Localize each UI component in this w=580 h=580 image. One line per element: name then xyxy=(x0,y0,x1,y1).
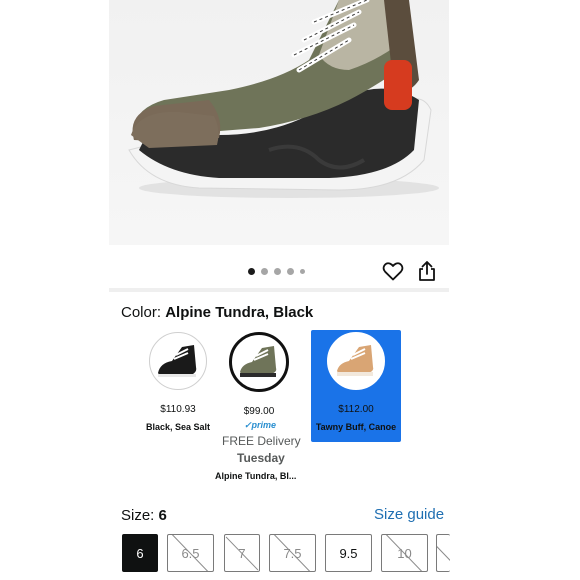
size-option-partial[interactable] xyxy=(436,534,450,572)
pager-dot[interactable] xyxy=(300,268,305,274)
color-label: Color: xyxy=(121,304,166,321)
size-selection-label: Size: 6 xyxy=(121,507,167,524)
size-option-7[interactable]: 7 xyxy=(224,534,260,572)
product-main-image[interactable] xyxy=(109,0,449,245)
swatch-name: Alpine Tundra, Bl... xyxy=(215,471,297,481)
swatch-price: $99.00 xyxy=(243,406,275,417)
size-label: Size: xyxy=(121,507,159,524)
heart-icon[interactable] xyxy=(381,259,405,283)
section-divider xyxy=(109,288,449,292)
pager-dot[interactable] xyxy=(274,267,281,275)
swatch-image xyxy=(149,332,207,390)
pager-dot[interactable] xyxy=(261,267,268,275)
image-pager[interactable] xyxy=(248,266,305,276)
swatch-image xyxy=(229,332,289,392)
color-swatch-black-sea-salt[interactable]: $110.93 Black, Sea Salt xyxy=(133,330,223,442)
prime-badge: ✓prime xyxy=(244,420,277,430)
color-swatch-tawny-buff-canoe[interactable]: $112.00 Tawny Buff, Canoe xyxy=(311,330,401,442)
size-option-10[interactable]: 10 xyxy=(381,534,428,572)
swatch-image xyxy=(327,332,385,390)
free-delivery-text: FREE Delivery xyxy=(222,434,301,448)
size-option-9-5[interactable]: 9.5 xyxy=(325,534,372,572)
size-guide-link[interactable]: Size guide xyxy=(374,506,444,523)
swatch-price: $110.93 xyxy=(160,404,196,415)
swatch-name: Tawny Buff, Canoe xyxy=(315,422,397,432)
swatch-price: $112.00 xyxy=(338,404,374,415)
pager-dot[interactable] xyxy=(248,267,255,275)
selected-size-value: 6 xyxy=(158,507,167,524)
share-icon[interactable] xyxy=(416,259,438,283)
selected-color-value: Alpine Tundra, Black xyxy=(165,304,314,321)
size-option-6[interactable]: 6 xyxy=(122,534,158,572)
swatch-name: Black, Sea Salt xyxy=(145,422,211,432)
size-option-7-5[interactable]: 7.5 xyxy=(269,534,316,572)
size-option-6-5[interactable]: 6.5 xyxy=(167,534,214,572)
delivery-day-text: Tuesday xyxy=(237,451,285,465)
color-selection-label: Color: Alpine Tundra, Black xyxy=(121,304,313,321)
shoe-illustration xyxy=(128,0,439,198)
pager-dot[interactable] xyxy=(287,267,294,275)
